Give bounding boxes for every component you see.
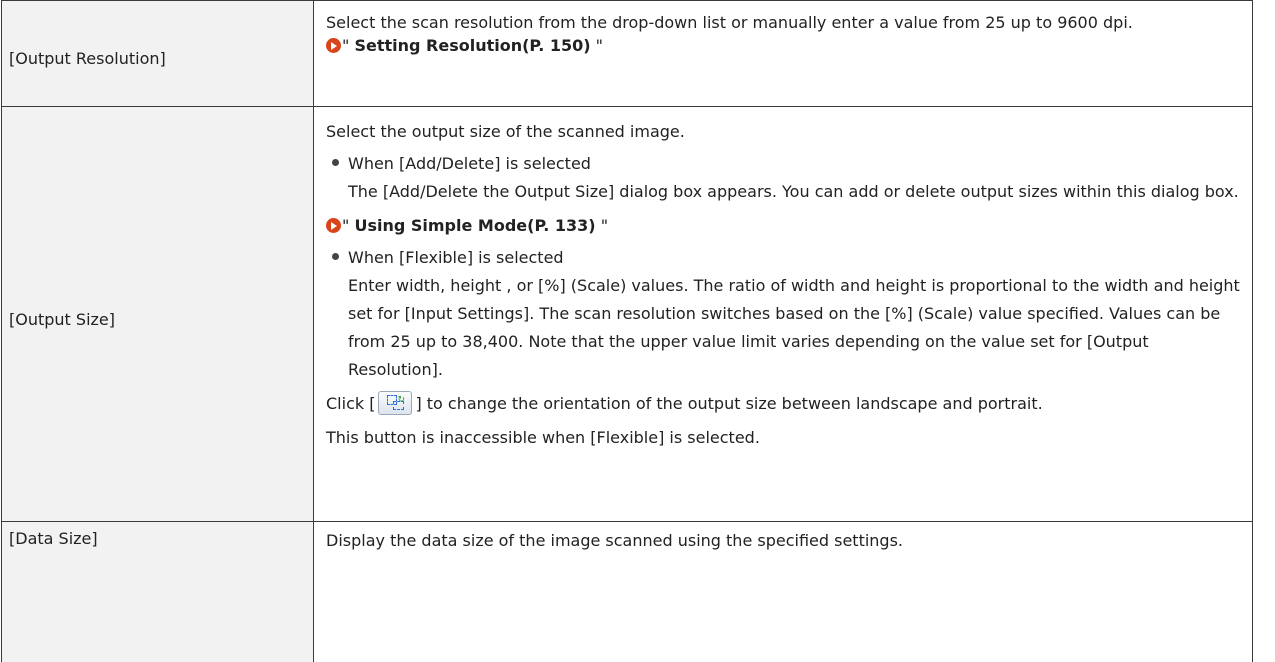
note-text: This button is inaccessible when [Flexib… (326, 428, 760, 447)
description-text: Select the scan resolution from the drop… (326, 13, 1133, 32)
orientation-toggle-icon: ↻ (378, 391, 413, 415)
bullet-body: Enter width, height , or [%] (Scale) val… (348, 276, 1240, 379)
bullet-title: When [Flexible] is selected (348, 248, 564, 267)
description-cell: Display the data size of the image scann… (313, 521, 1253, 662)
table-row: [Output Resolution] Select the scan reso… (1, 0, 1253, 107)
link-arrow-icon (326, 218, 341, 233)
row-label: [Output Resolution] (9, 49, 166, 68)
list-item: When [Flexible] is selected Enter width,… (326, 244, 1242, 384)
row-label: [Data Size] (9, 529, 98, 548)
bullet-icon (332, 253, 339, 260)
label-cell: [Output Size] (1, 106, 314, 522)
description-cell: Select the output size of the scanned im… (313, 106, 1253, 522)
reference-link[interactable]: " Using Simple Mode(P. 133) " (326, 212, 1242, 240)
link-arrow-icon (326, 38, 341, 53)
description-text: Display the data size of the image scann… (326, 531, 903, 550)
description-cell: Select the scan resolution from the drop… (313, 0, 1253, 107)
label-cell: [Data Size] (1, 521, 314, 662)
list-item: When [Add/Delete] is selected The [Add/D… (326, 150, 1242, 206)
click-instruction: Click [↻] to change the orientation of t… (326, 390, 1242, 418)
row-label: [Output Size] (9, 310, 115, 329)
settings-table: [Output Resolution] Select the scan reso… (1, 0, 1253, 662)
intro-text: Select the output size of the scanned im… (326, 122, 685, 141)
bullet-title: When [Add/Delete] is selected (348, 154, 591, 173)
table-row: [Data Size] Display the data size of the… (1, 521, 1253, 662)
label-cell: [Output Resolution] (1, 0, 314, 107)
table-row: [Output Size] Select the output size of … (1, 106, 1253, 522)
reference-link-text[interactable]: Using Simple Mode(P. 133) (354, 216, 595, 235)
reference-link[interactable]: " Setting Resolution(P. 150) " (326, 35, 1242, 57)
bullet-body: The [Add/Delete the Output Size] dialog … (348, 182, 1239, 201)
bullet-icon (332, 159, 339, 166)
reference-link-text[interactable]: Setting Resolution(P. 150) (354, 36, 590, 55)
